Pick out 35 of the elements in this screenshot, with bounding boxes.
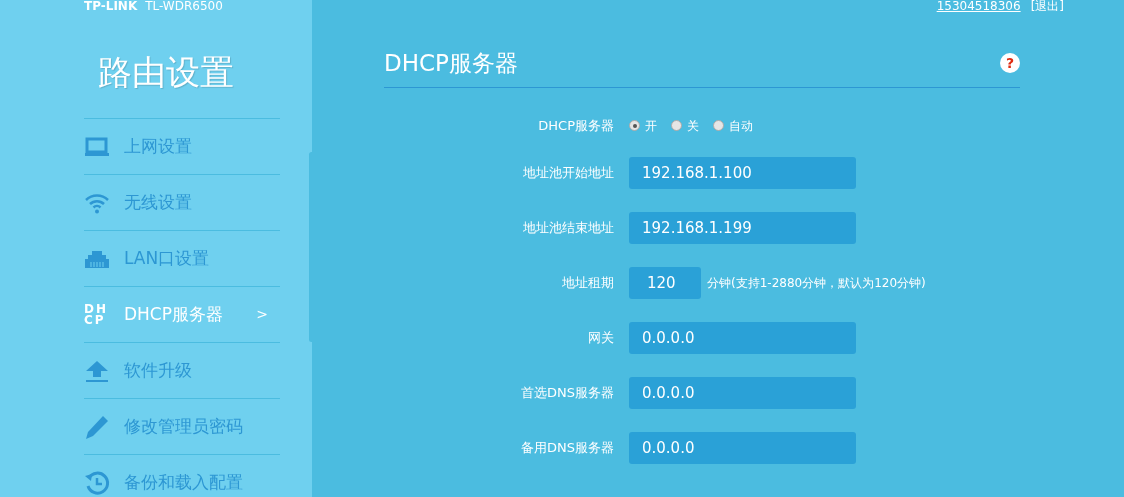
history-icon [84,469,110,496]
sidebar-item[interactable]: LAN口设置 [84,231,280,287]
sidebar-item[interactable]: 备份和载入配置 [84,455,280,497]
help-icon[interactable]: ? [1000,53,1020,74]
field-label: DHCP服务器 [537,116,615,135]
radio-option[interactable]: 自动 [713,116,753,135]
hint-text: 分钟(支持1-2880分钟，默认为120分钟) [707,275,926,292]
pencil-icon [84,413,110,440]
field-label: 首选DNS服务器 [520,384,615,403]
dhcp-icon: DH CP [84,303,110,326]
input-field[interactable]: 192.168.1.199 [629,212,856,244]
sidebar-item[interactable]: 无线设置 [84,175,280,231]
input-field[interactable]: 120 [629,267,701,299]
radio-option[interactable]: 开 [629,116,657,135]
field-label: 地址池结束地址 [522,219,615,238]
account-link[interactable]: 15304518306 [936,0,1021,20]
sidebar-item[interactable]: DH CP DHCP服务器 > [84,287,280,343]
model-name: TL-WDR6500 [145,0,223,12]
sidebar-title: 路由设置 [98,52,234,92]
field-label: 地址租期 [561,274,615,293]
chevron-icon: > [256,304,268,325]
page-title: DHCP服务器 [384,49,518,78]
sidebar-item[interactable]: 修改管理员密码 [84,399,280,455]
field-label: 备用DNS服务器 [520,439,615,458]
sidebar-item[interactable]: 软件升级 [84,343,280,399]
input-field[interactable]: 0.0.0.0 [629,432,856,464]
field-label: 网关 [587,329,615,348]
sidebar-item[interactable]: 上网设置 [84,119,280,175]
input-field[interactable]: 192.168.1.100 [629,157,856,189]
logout-link[interactable]: [退出] [1030,0,1064,20]
input-field[interactable]: 0.0.0.0 [629,377,856,409]
field-label: 地址池开始地址 [522,164,615,183]
brand-logo: TP-LINK [84,0,138,12]
input-field[interactable]: 0.0.0.0 [629,322,856,354]
radio-option[interactable]: 关 [671,116,699,135]
